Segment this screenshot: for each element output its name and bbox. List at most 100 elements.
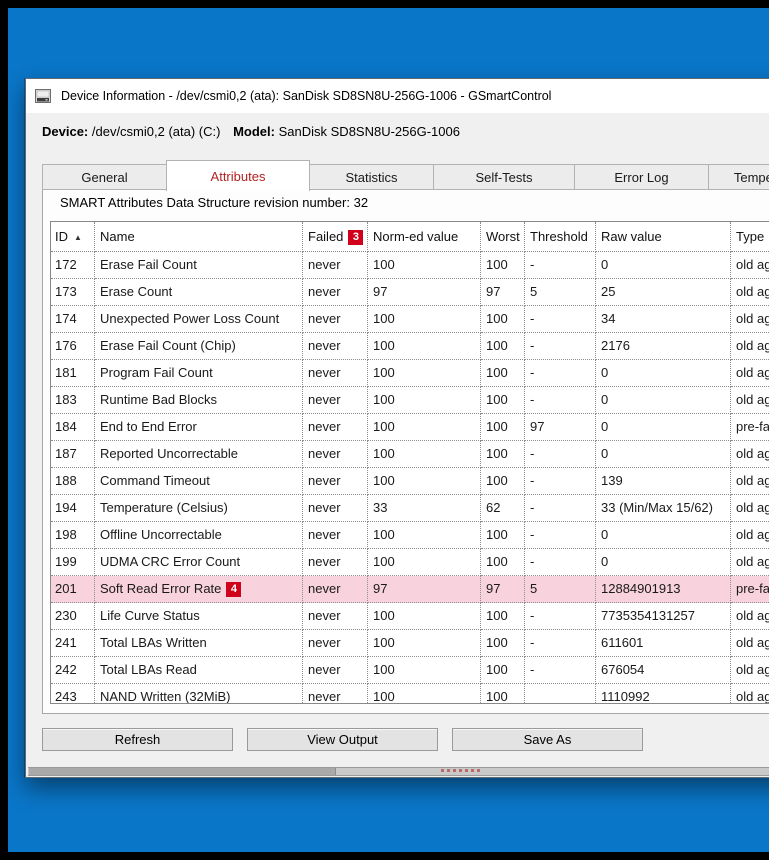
table-row[interactable]: 181Program Fail Countnever100100-0old ag… [51, 360, 769, 387]
cell-raw-value: 139 [596, 468, 731, 495]
cell-name: Runtime Bad Blocks [95, 387, 303, 414]
refresh-button[interactable]: Refresh [42, 728, 233, 751]
cell-worst: 100 [481, 306, 525, 333]
table-row[interactable]: 230Life Curve Statusnever100100-77353541… [51, 603, 769, 630]
cell-raw-value: 25 [596, 279, 731, 306]
table-row[interactable]: 242Total LBAs Readnever100100-676054old … [51, 657, 769, 684]
cell-id: 201 [51, 576, 95, 603]
cell-type: old age [731, 252, 769, 279]
table-row[interactable]: 184End to End Errornever100100970pre-fai… [51, 414, 769, 441]
device-label: Device: [42, 124, 88, 139]
cell-failed: never [303, 306, 368, 333]
cell-normed-value: 100 [368, 468, 481, 495]
cell-failed: never [303, 360, 368, 387]
cell-failed: never [303, 414, 368, 441]
header-type[interactable]: Type [731, 222, 769, 252]
screen: { "window": { "title": "Device Informati… [0, 0, 769, 860]
cell-type: pre-fail [731, 576, 769, 603]
cell-name: End to End Error [95, 414, 303, 441]
cell-id: 241 [51, 630, 95, 657]
cell-type: old age [731, 522, 769, 549]
attributes-tab-panel: SMART Attributes Data Structure revision… [42, 185, 769, 714]
table-row[interactable]: 201Soft Read Error Rate4never97975128849… [51, 576, 769, 603]
cell-failed: never [303, 468, 368, 495]
cell-raw-value: 1110992 [596, 684, 731, 704]
table-row[interactable]: 198Offline Uncorrectablenever100100-0old… [51, 522, 769, 549]
cell-raw-value: 611601 [596, 630, 731, 657]
table-row[interactable]: 241Total LBAs Writtennever100100-611601o… [51, 630, 769, 657]
header-name[interactable]: Name [95, 222, 303, 252]
title-bar[interactable]: Device Information - /dev/csmi0,2 (ata):… [26, 79, 769, 113]
cell-threshold: - [525, 657, 596, 684]
cell-threshold: - [525, 522, 596, 549]
horizontal-scrollbar[interactable] [28, 767, 769, 776]
cell-worst: 100 [481, 441, 525, 468]
cell-name: Total LBAs Written [95, 630, 303, 657]
cell-failed: never [303, 576, 368, 603]
cell-threshold: - [525, 252, 596, 279]
header-worst[interactable]: Worst [481, 222, 525, 252]
cell-type: old age [731, 549, 769, 576]
cell-name: UDMA CRC Error Count [95, 549, 303, 576]
table-row[interactable]: 173Erase Countnever9797525old age [51, 279, 769, 306]
cell-worst: 100 [481, 603, 525, 630]
cell-type: old age [731, 360, 769, 387]
header-id[interactable]: ID▲ [51, 222, 95, 252]
cell-raw-value: 7735354131257 [596, 603, 731, 630]
cell-type: old age [731, 684, 769, 704]
table-row[interactable]: 176Erase Fail Count (Chip)never100100-21… [51, 333, 769, 360]
cell-type: old age [731, 387, 769, 414]
tab-error-log[interactable]: Error Log [574, 164, 709, 190]
cell-raw-value: 676054 [596, 657, 731, 684]
cell-id: 194 [51, 495, 95, 522]
cell-raw-value: 34 [596, 306, 731, 333]
cell-normed-value: 100 [368, 414, 481, 441]
device-value: /dev/csmi0,2 (ata) (C:) [92, 124, 221, 139]
cell-threshold: - [525, 441, 596, 468]
header-normed-value[interactable]: Norm-ed value [368, 222, 481, 252]
cell-name: Program Fail Count [95, 360, 303, 387]
table-row[interactable]: 199UDMA CRC Error Countnever100100-0old … [51, 549, 769, 576]
cell-name: Total LBAs Read [95, 657, 303, 684]
cell-worst: 100 [481, 684, 525, 704]
header-failed[interactable]: Failed3 [303, 222, 368, 252]
tab-general[interactable]: General [42, 164, 167, 190]
cell-normed-value: 100 [368, 657, 481, 684]
cell-raw-value: 0 [596, 387, 731, 414]
table-row[interactable]: 172Erase Fail Countnever100100-0old age [51, 252, 769, 279]
cell-id: 184 [51, 414, 95, 441]
cell-threshold: - [525, 468, 596, 495]
tab-attributes[interactable]: Attributes [166, 160, 310, 191]
cell-id: 242 [51, 657, 95, 684]
table-row[interactable]: 187Reported Uncorrectablenever100100-0ol… [51, 441, 769, 468]
cell-name: Life Curve Status [95, 603, 303, 630]
cell-threshold: - [525, 306, 596, 333]
cell-name: Command Timeout [95, 468, 303, 495]
view-output-button[interactable]: View Output [247, 728, 438, 751]
tab-temperature-log[interactable]: Temperature Log [708, 164, 769, 190]
table-row[interactable]: 183Runtime Bad Blocksnever100100-0old ag… [51, 387, 769, 414]
header-raw-value[interactable]: Raw value [596, 222, 731, 252]
attributes-table: ID▲ Name Failed3 Norm-ed value Worst Thr… [50, 221, 769, 704]
cell-failed: never [303, 495, 368, 522]
cell-raw-value: 12884901913 [596, 576, 731, 603]
cell-failed: never [303, 279, 368, 306]
header-threshold[interactable]: Threshold [525, 222, 596, 252]
tab-statistics[interactable]: Statistics [309, 164, 434, 190]
cell-name: NAND Written (32MiB) [95, 684, 303, 704]
table-row[interactable]: 174Unexpected Power Loss Countnever10010… [51, 306, 769, 333]
cell-normed-value: 100 [368, 360, 481, 387]
cell-worst: 100 [481, 630, 525, 657]
table-row[interactable]: 188Command Timeoutnever100100-139old age [51, 468, 769, 495]
save-as-button[interactable]: Save As [452, 728, 643, 751]
scrollbar-thumb[interactable] [29, 768, 336, 775]
cell-normed-value: 100 [368, 306, 481, 333]
table-row[interactable]: 243NAND Written (32MiB)never100100111099… [51, 684, 769, 704]
cell-type: old age [731, 306, 769, 333]
tab-self-tests[interactable]: Self-Tests [433, 164, 575, 190]
cell-name: Erase Count [95, 279, 303, 306]
gsmartcontrol-device-window: Device Information - /dev/csmi0,2 (ata):… [25, 78, 769, 778]
cell-threshold: - [525, 549, 596, 576]
table-row[interactable]: 194Temperature (Celsius)never3362-33 (Mi… [51, 495, 769, 522]
cell-failed: never [303, 657, 368, 684]
